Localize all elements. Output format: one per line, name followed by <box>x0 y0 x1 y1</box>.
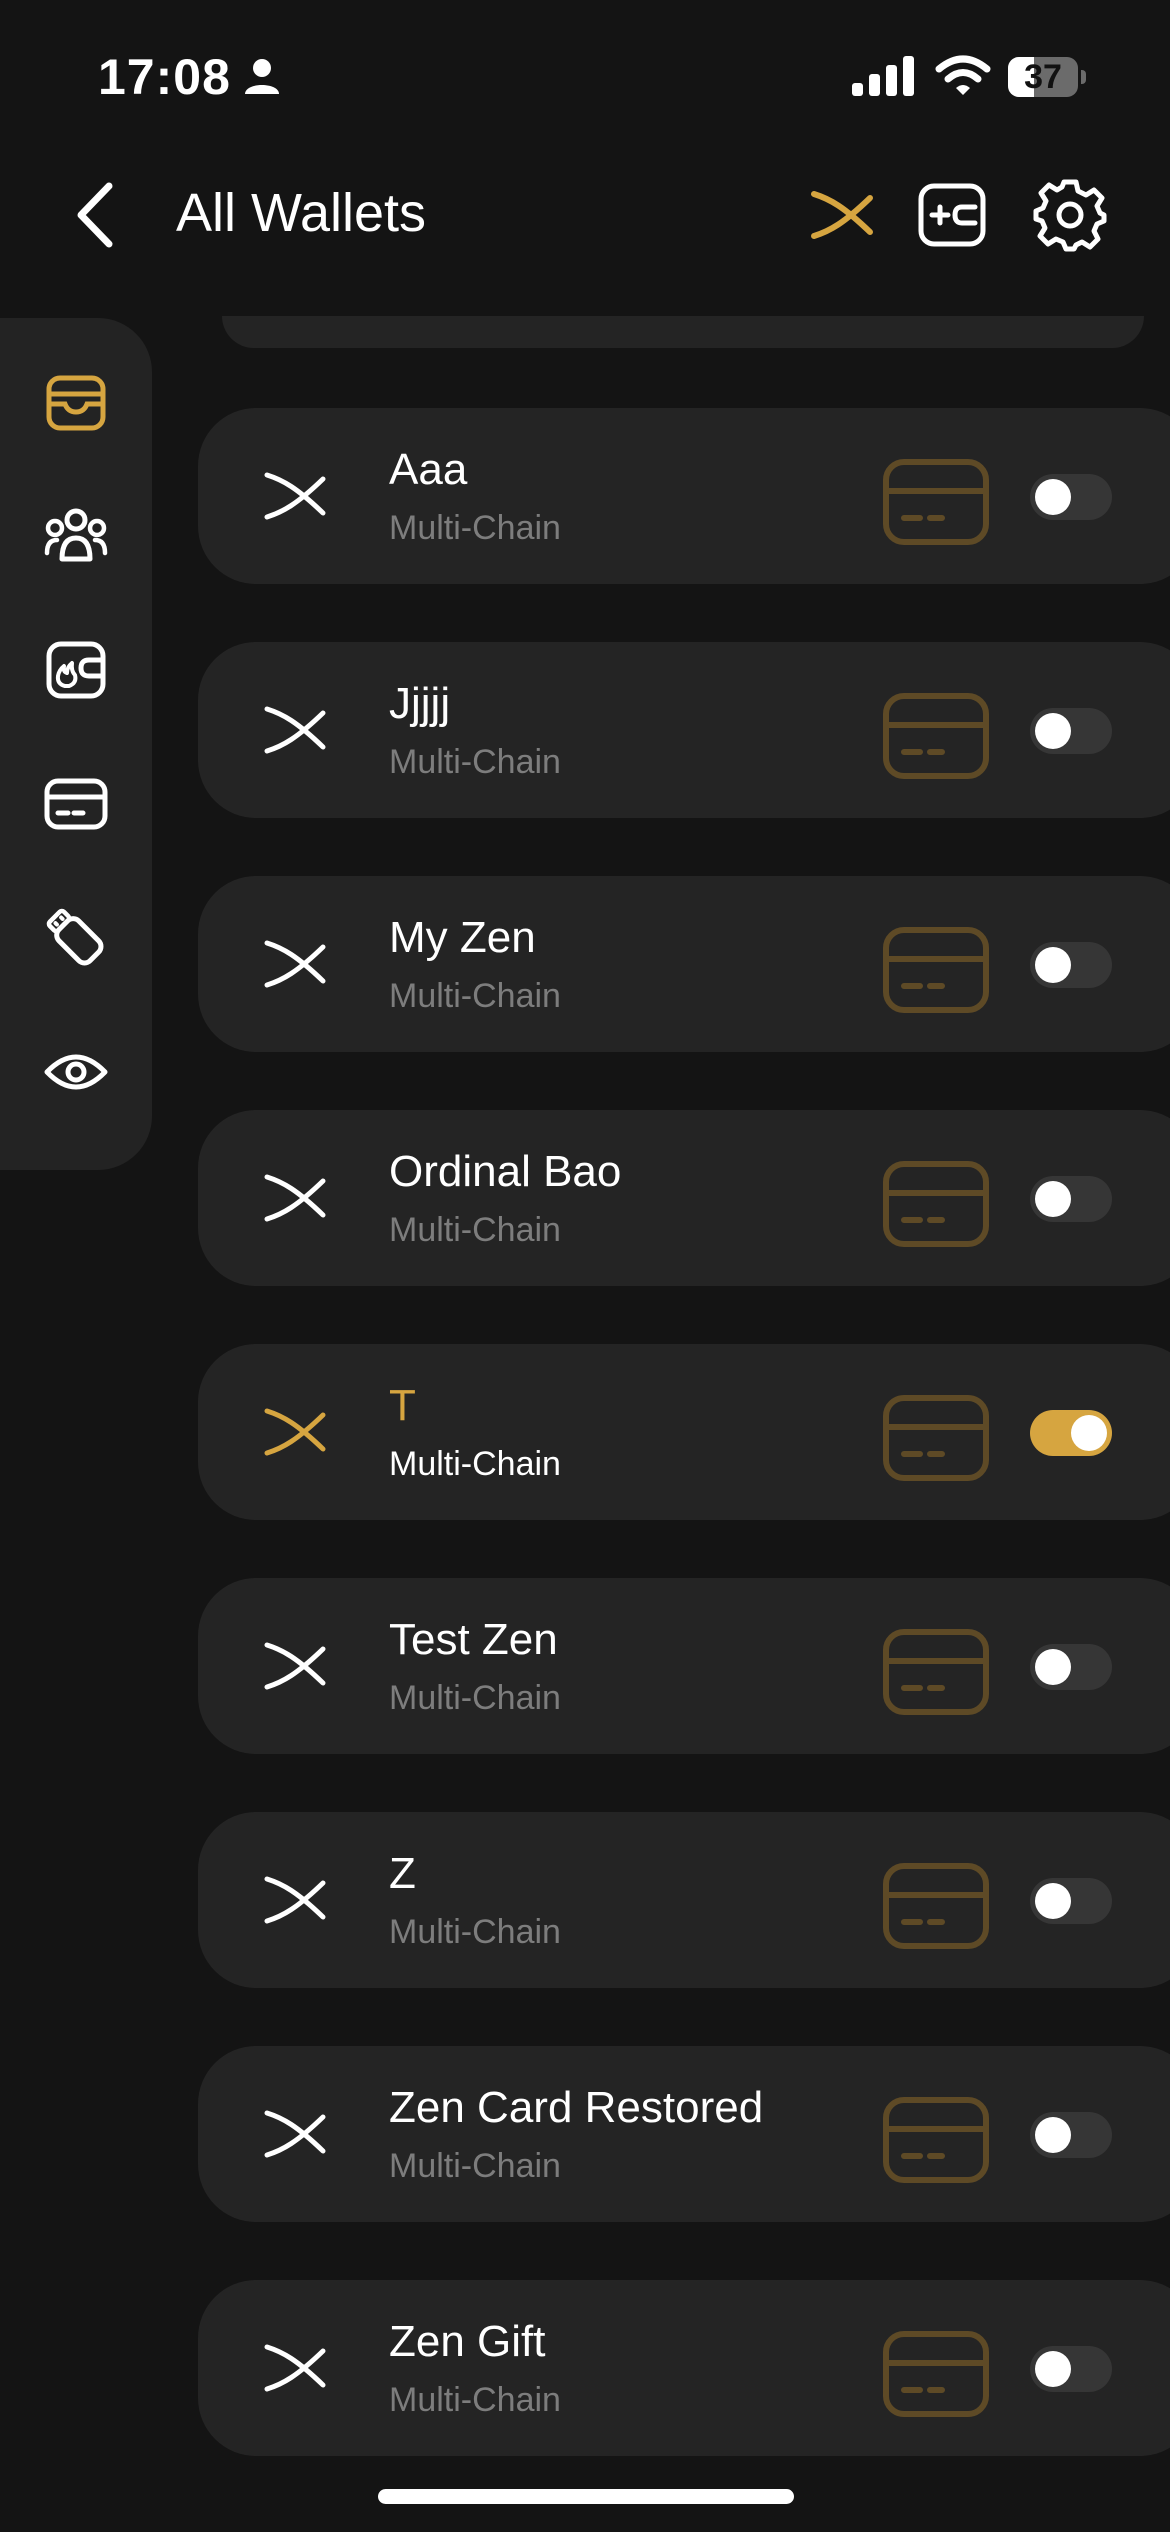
wallet-name: T <box>389 1381 416 1430</box>
wallet-card[interactable]: Zen Gift Multi-Chain <box>198 2280 1170 2456</box>
wallet-chain-type: Multi-Chain <box>389 977 561 1015</box>
wallet-chain-type: Multi-Chain <box>389 1913 561 1951</box>
wallet-toggle[interactable] <box>1030 1176 1112 1222</box>
wallet-chain-type: Multi-Chain <box>389 743 561 781</box>
wallet-toggle[interactable] <box>1030 1410 1112 1456</box>
wallet-chain-type: Multi-Chain <box>389 1679 561 1717</box>
wallet-toggle[interactable] <box>1030 474 1112 520</box>
wallets-screen: 17:08 37 All Wallets Aaa Multi-Chain Jjj… <box>0 0 1170 2532</box>
wallet-card[interactable]: Jjjjj Multi-Chain <box>198 642 1170 818</box>
toggle-knob <box>1035 1181 1071 1217</box>
zen-logo-icon <box>264 1408 326 1456</box>
zen-logo-icon <box>264 2344 326 2392</box>
toggle-knob <box>1035 1883 1071 1919</box>
card-icon[interactable] <box>882 458 990 546</box>
zen-logo-icon <box>264 1642 326 1690</box>
toggle-knob <box>1071 1415 1107 1451</box>
wallet-toggle[interactable] <box>1030 1644 1112 1690</box>
wallet-card[interactable]: T Multi-Chain <box>198 1344 1170 1520</box>
zen-logo-icon <box>264 472 326 520</box>
wallet-name: Jjjjj <box>389 679 451 728</box>
wallet-chain-type: Multi-Chain <box>389 2381 561 2419</box>
wallet-list: Aaa Multi-Chain Jjjjj Multi-Chain My Zen <box>0 0 1170 2532</box>
card-icon[interactable] <box>882 926 990 1014</box>
wallet-card[interactable]: Z Multi-Chain <box>198 1812 1170 1988</box>
card-icon[interactable] <box>882 1394 990 1482</box>
toggle-knob <box>1035 947 1071 983</box>
wallet-name: Z <box>389 1849 416 1898</box>
wallet-toggle[interactable] <box>1030 942 1112 988</box>
wallet-toggle[interactable] <box>1030 1878 1112 1924</box>
wallet-chain-type: Multi-Chain <box>389 1211 561 1249</box>
zen-logo-icon <box>264 1876 326 1924</box>
wallet-card[interactable]: Ordinal Bao Multi-Chain <box>198 1110 1170 1286</box>
card-icon[interactable] <box>882 1862 990 1950</box>
wallet-toggle[interactable] <box>1030 2112 1112 2158</box>
wallet-name: Ordinal Bao <box>389 1147 622 1196</box>
wallet-chain-type: Multi-Chain <box>389 1445 561 1483</box>
zen-logo-icon <box>264 940 326 988</box>
wallet-chain-type: Multi-Chain <box>389 2147 561 2185</box>
wallet-card[interactable]: Test Zen Multi-Chain <box>198 1578 1170 1754</box>
wallet-name: Test Zen <box>389 1615 558 1664</box>
wallet-card[interactable]: Zen Card Restored Multi-Chain <box>198 2046 1170 2222</box>
toggle-knob <box>1035 2117 1071 2153</box>
wallet-toggle[interactable] <box>1030 2346 1112 2392</box>
toggle-knob <box>1035 1649 1071 1685</box>
wallet-name: Zen Card Restored <box>389 2083 764 2132</box>
wallet-name: Zen Gift <box>389 2317 546 2366</box>
toggle-knob <box>1035 479 1071 515</box>
wallet-card[interactable]: My Zen Multi-Chain <box>198 876 1170 1052</box>
toggle-knob <box>1035 713 1071 749</box>
card-icon[interactable] <box>882 2330 990 2418</box>
wallet-card[interactable]: Aaa Multi-Chain <box>198 408 1170 584</box>
zen-logo-icon <box>264 706 326 754</box>
card-icon[interactable] <box>882 1628 990 1716</box>
zen-logo-icon <box>264 1174 326 1222</box>
card-icon[interactable] <box>882 2096 990 2184</box>
card-icon[interactable] <box>882 692 990 780</box>
card-icon[interactable] <box>882 1160 990 1248</box>
home-indicator[interactable] <box>378 2489 794 2504</box>
wallet-toggle[interactable] <box>1030 708 1112 754</box>
zen-logo-icon <box>264 2110 326 2158</box>
wallet-name: Aaa <box>389 445 468 494</box>
wallet-name: My Zen <box>389 913 536 962</box>
wallet-chain-type: Multi-Chain <box>389 509 561 547</box>
toggle-knob <box>1035 2351 1071 2387</box>
